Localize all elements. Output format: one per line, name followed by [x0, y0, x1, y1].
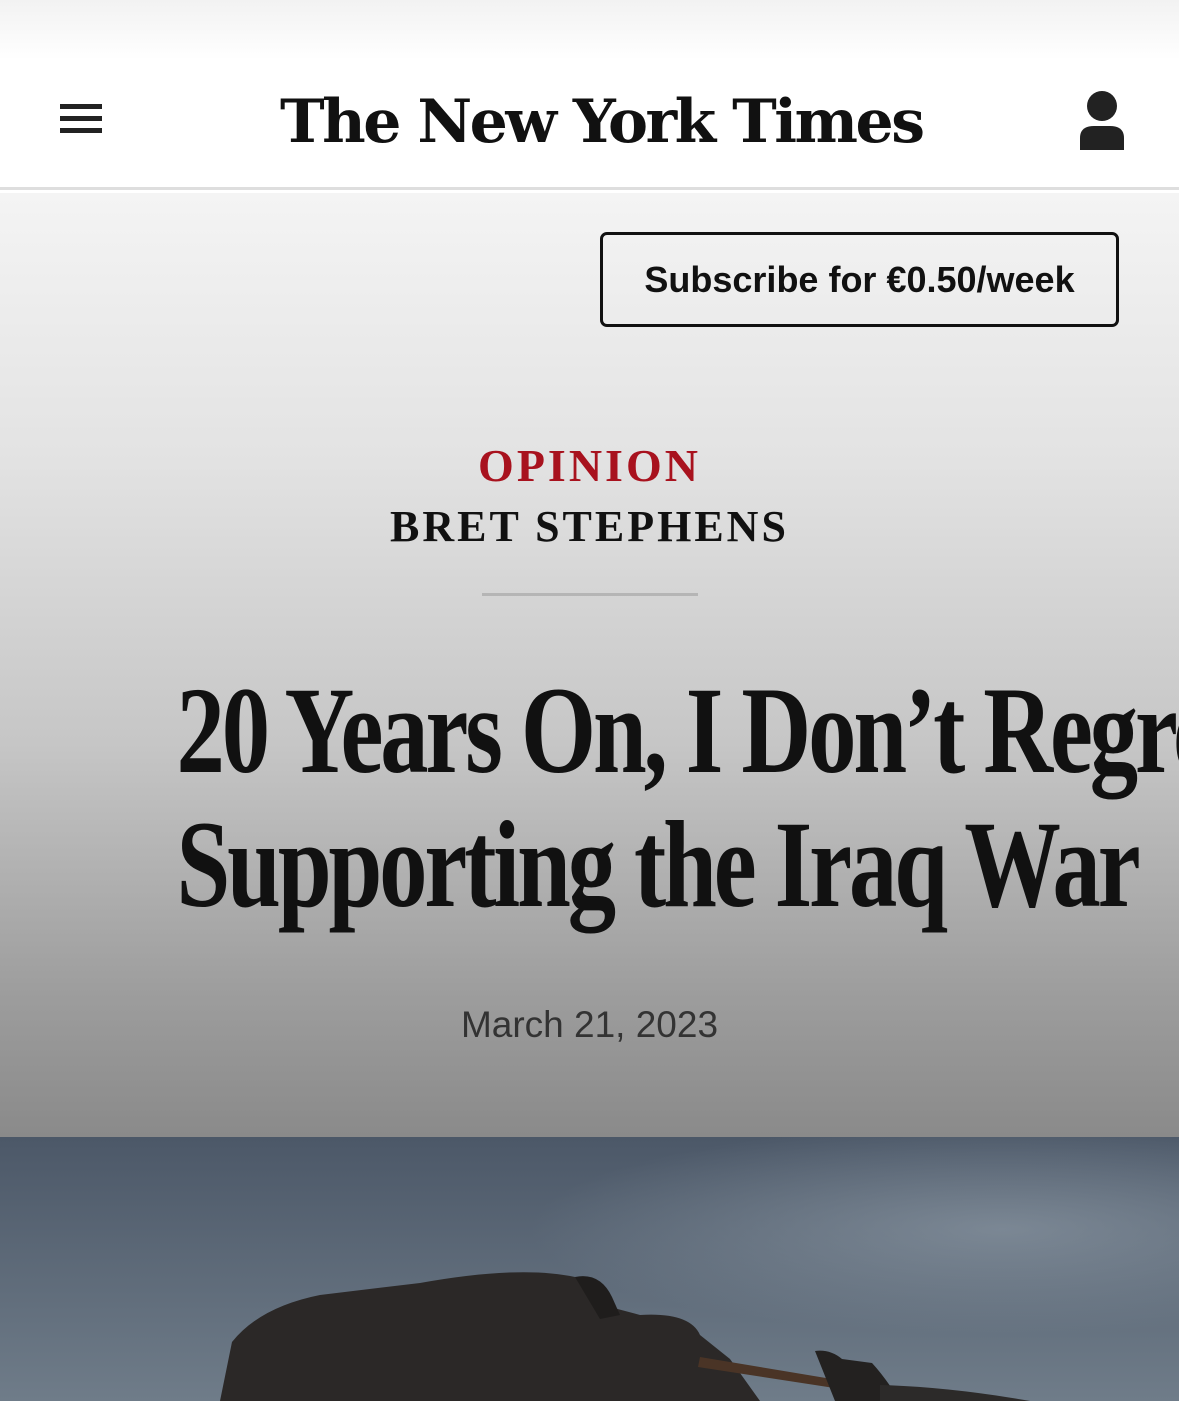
nyt-masthead-logo[interactable]: The New York Times	[280, 74, 925, 170]
headline-line-2: Supporting the Iraq War	[176, 796, 1140, 933]
account-person-icon[interactable]	[1072, 88, 1132, 152]
subscribe-button[interactable]: Subscribe for €0.50/week	[600, 232, 1119, 327]
publication-date: March 21, 2023	[460, 1004, 719, 1045]
section-label-opinion[interactable]: OPINION	[0, 436, 1179, 496]
article-headline: 20 Years On, I Don’t Regret Supporting t…	[176, 662, 1179, 933]
lead-photo	[0, 1137, 1179, 1401]
headline-line-1: 20 Years On, I Don’t Regret	[176, 662, 1179, 799]
article-page: The New York Times Subscribe for €0.50/w…	[0, 0, 1179, 1401]
author-name[interactable]: BRET STEPHENS	[0, 498, 1179, 556]
divider-line	[482, 593, 698, 596]
hamburger-menu-icon[interactable]	[58, 100, 104, 140]
top-navigation-bar: The New York Times	[0, 0, 1179, 190]
